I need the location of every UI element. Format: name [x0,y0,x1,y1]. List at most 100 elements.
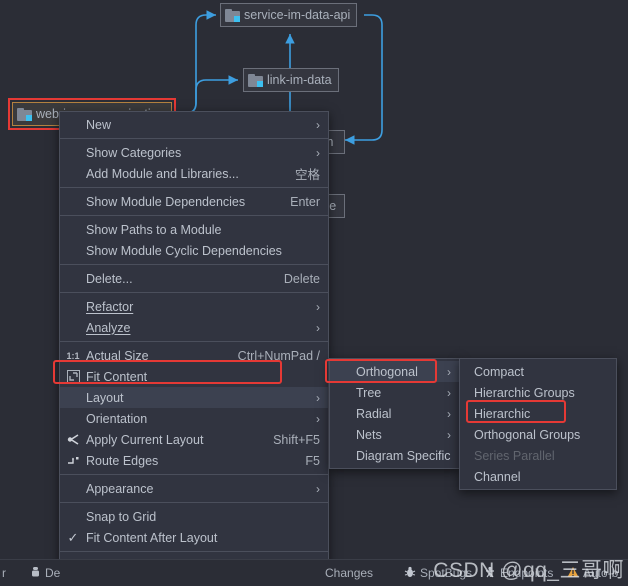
menu-item-new[interactable]: New › [60,114,328,135]
menu-separator [60,551,328,552]
menu-item-label: Compact [474,364,525,379]
debug-icon [30,566,41,581]
menu-item-apply-current-layout[interactable]: Apply Current Layout Shift+F5 [60,429,328,450]
menu-item-label: Fit Content [86,369,148,384]
chevron-right-icon: › [447,427,451,442]
menu-item-label: Hierarchic [474,406,531,421]
menu-item-label: Apply Current Layout [86,432,204,447]
chevron-right-icon: › [316,145,320,160]
status-item-truncated[interactable]: r [2,566,6,580]
menu-item-show-paths-to-a-module[interactable]: Show Paths to a Module [60,219,328,240]
menu-item-label: Analyze [86,320,131,335]
status-item-label: Changes [325,566,374,580]
module-folder-icon [225,8,240,22]
submenu-item-channel[interactable]: Channel [460,466,616,487]
submenu-item-hierarchic-groups[interactable]: Hierarchic Groups [460,382,616,403]
orthogonal-submenu[interactable]: Compact Hierarchic Groups Hierarchic Ort… [459,358,617,490]
menu-item-shortcut: Delete [283,271,320,286]
menu-item-label: Add Module and Libraries... [86,166,239,181]
menu-item-shortcut: Shift+F5 [273,432,320,447]
menu-separator [60,264,328,265]
chevron-right-icon: › [447,364,451,379]
submenu-item-nets[interactable]: Nets › [330,424,459,445]
menu-item-label: Orthogonal [356,364,418,379]
module-folder-icon [248,73,263,87]
menu-item-label: Radial [356,406,392,421]
menu-item-orientation[interactable]: Orientation › [60,408,328,429]
module-folder-icon [17,107,32,121]
actual-size-icon: 1:1 [66,350,80,361]
diagram-node-link-im-data[interactable]: link-im-data [243,68,339,92]
status-item-label: De [45,566,61,580]
menu-item-label: Snap to Grid [86,509,157,524]
menu-item-label: Show Module Cyclic Dependencies [86,243,282,258]
chevron-right-icon: › [316,117,320,132]
chevron-right-icon: › [316,299,320,314]
menu-item-label: Show Categories [86,145,182,160]
menu-item-label: Delete... [86,271,133,286]
status-item-changes[interactable]: Changes [325,566,373,580]
menu-item-snap-to-grid[interactable]: Snap to Grid [60,506,328,527]
status-item-label: Endpoints [500,566,554,580]
menu-item-label: Show Paths to a Module [86,222,222,237]
menu-item-label: Diagram Specific [356,448,451,463]
route-edges-icon [60,454,86,467]
menu-item-label: Nets [356,427,382,442]
menu-item-delete[interactable]: Delete... Delete [60,268,328,289]
menu-separator [60,474,328,475]
menu-item-label: Series Parallel [474,448,555,463]
menu-item-show-categories[interactable]: Show Categories › [60,142,328,163]
menu-item-add-module-and-libraries[interactable]: Add Module and Libraries... 空格 [60,163,328,184]
chevron-right-icon: › [316,390,320,405]
chevron-right-icon: › [316,320,320,335]
status-item-label: Auto-b [583,566,619,580]
submenu-item-radial[interactable]: Radial › [330,403,459,424]
status-item-endpoints[interactable]: Endpoints [484,566,553,581]
menu-item-label: Appearance [86,481,154,496]
check-icon: ✓ [67,529,79,545]
menu-item-route-edges[interactable]: Route Edges F5 [60,450,328,471]
submenu-item-series-parallel: Series Parallel [460,445,616,466]
submenu-item-tree[interactable]: Tree › [330,382,459,403]
menu-item-label: Channel [474,469,521,484]
menu-item-shortcut: F5 [305,453,320,468]
menu-item-label: Layout [86,390,124,405]
layout-submenu[interactable]: Orthogonal › Tree › Radial › Nets › Diag… [329,358,460,469]
endpoints-icon [484,566,496,581]
menu-separator [60,292,328,293]
menu-item-label: Actual Size [86,348,149,363]
menu-separator [60,187,328,188]
chevron-right-icon: › [316,411,320,426]
menu-item-actual-size[interactable]: 1:1 Actual Size Ctrl+NumPad / [60,345,328,366]
submenu-item-hierarchic[interactable]: Hierarchic [460,403,616,424]
menu-item-appearance[interactable]: Appearance › [60,478,328,499]
menu-item-refactor[interactable]: Refactor › [60,296,328,317]
menu-item-fit-content-after-layout[interactable]: ✓ Fit Content After Layout [60,527,328,548]
submenu-item-diagram-specific[interactable]: Diagram Specific [330,445,459,466]
context-menu[interactable]: New › Show Categories › Add Module and L… [59,111,329,586]
diagram-node-service-im-data-api[interactable]: service-im-data-api [220,3,358,27]
menu-item-analyze[interactable]: Analyze › [60,317,328,338]
menu-item-label: Hierarchic Groups [474,385,575,400]
status-item-spotbugs[interactable]: SpotBugs [404,566,472,581]
menu-separator [60,502,328,503]
menu-item-shortcut: 空格 [294,168,320,182]
menu-item-label: Show Module Dependencies [86,194,246,209]
menu-item-fit-content[interactable]: Fit Content [60,366,328,387]
menu-item-shortcut: Ctrl+NumPad / [237,348,320,363]
warning-icon [567,566,579,581]
apply-layout-icon [60,433,86,446]
submenu-item-orthogonal[interactable]: Orthogonal › [330,361,459,382]
status-item-auto-build[interactable]: Auto-b [567,566,618,581]
menu-separator [60,341,328,342]
menu-item-show-module-dependencies[interactable]: Show Module Dependencies Enter [60,191,328,212]
submenu-item-orthogonal-groups[interactable]: Orthogonal Groups [460,424,616,445]
chevron-right-icon: › [447,385,451,400]
fit-content-icon [60,370,86,383]
menu-item-show-module-cyclic-dependencies[interactable]: Show Module Cyclic Dependencies [60,240,328,261]
status-item-debug[interactable]: De [30,566,60,581]
submenu-item-compact[interactable]: Compact [460,361,616,382]
menu-item-layout[interactable]: Layout › [60,387,328,408]
chevron-right-icon: › [316,481,320,496]
menu-item-label: Orientation [86,411,148,426]
